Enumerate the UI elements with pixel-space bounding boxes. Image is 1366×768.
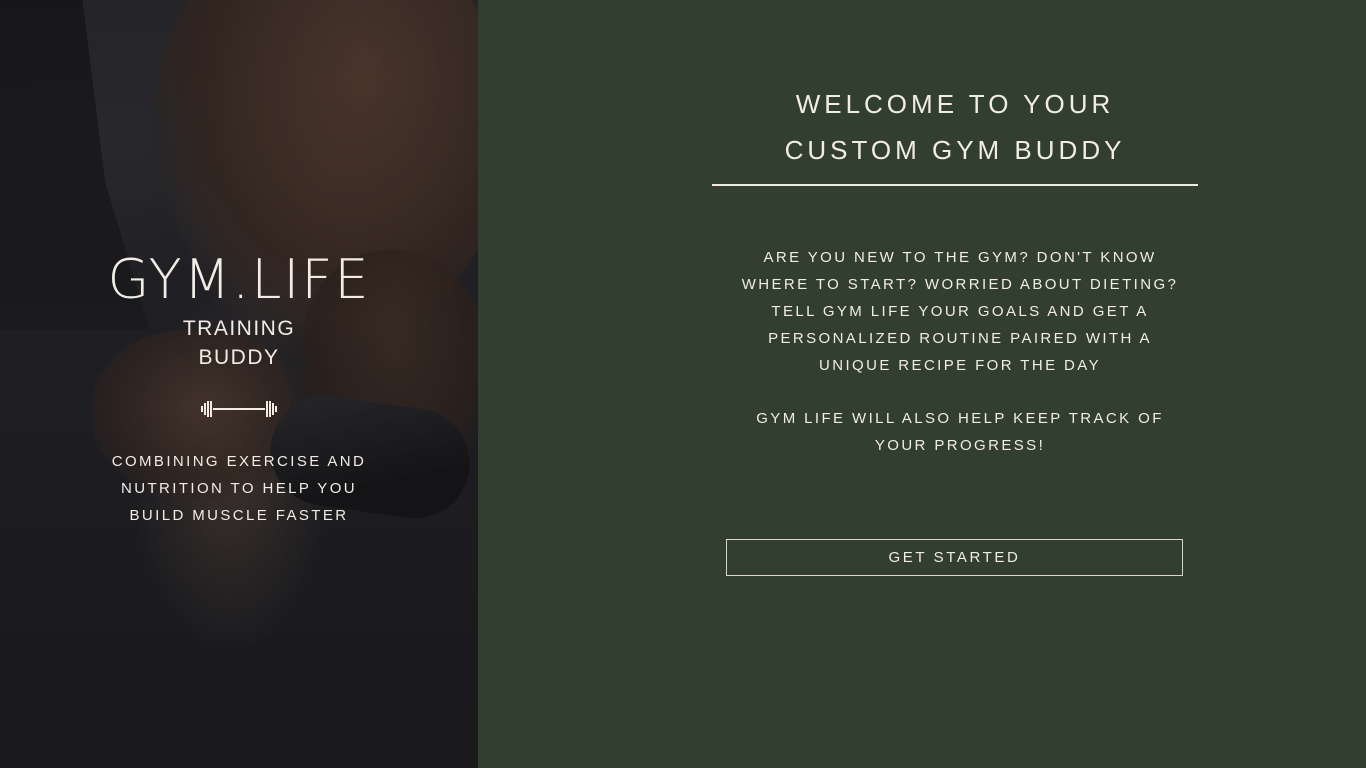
welcome-heading: WELCOME TO YOUR CUSTOM GYM BUDDY: [712, 81, 1198, 173]
welcome-heading-line: WELCOME TO YOUR: [795, 89, 1115, 119]
tagline-line: BUILD MUSCLE FASTER: [129, 507, 349, 524]
brand-subtitle-line: BUDDY: [198, 346, 280, 369]
welcome-panel: WELCOME TO YOUR CUSTOM GYM BUDDY ARE YOU…: [478, 0, 1366, 768]
intro-line: WHERE TO START? WORRIED ABOUT DIETING?: [741, 276, 1179, 293]
get-started-button[interactable]: GET STARTED: [726, 539, 1183, 576]
brand-subtitle: TRAINING BUDDY: [0, 314, 478, 372]
welcome-heading-line: CUSTOM GYM BUDDY: [784, 135, 1126, 165]
intro-line: PERSONALIZED ROUTINE PAIRED WITH A: [768, 330, 1152, 347]
intro-line: TELL GYM LIFE YOUR GOALS AND GET A: [771, 303, 1149, 320]
brand-subtitle-line: TRAINING: [182, 317, 296, 340]
intro-line: UNIQUE RECIPE FOR THE DAY: [819, 357, 1101, 374]
brand-tagline: COMBINING EXERCISE AND NUTRITION TO HELP…: [0, 448, 478, 529]
intro-text: ARE YOU NEW TO THE GYM? DON'T KNOW WHERE…: [718, 244, 1202, 379]
progress-text: GYM LIFE WILL ALSO HELP KEEP TRACK OF YO…: [718, 405, 1202, 459]
brand-title: GYM.LIFE: [107, 248, 371, 311]
heading-divider: [712, 184, 1198, 186]
brand-block: GYM.LIFE TRAINING BUDDY COMBINING EXERCI…: [0, 248, 478, 529]
hero-panel: GYM.LIFE TRAINING BUDDY COMBINING EXERCI…: [0, 0, 478, 768]
dumbbell-icon: [201, 401, 277, 417]
progress-line: YOUR PROGRESS!: [874, 437, 1046, 454]
intro-line: ARE YOU NEW TO THE GYM? DON'T KNOW: [763, 249, 1157, 266]
progress-line: GYM LIFE WILL ALSO HELP KEEP TRACK OF: [756, 410, 1164, 427]
tagline-line: NUTRITION TO HELP YOU: [121, 480, 357, 497]
tagline-line: COMBINING EXERCISE AND: [111, 453, 367, 470]
